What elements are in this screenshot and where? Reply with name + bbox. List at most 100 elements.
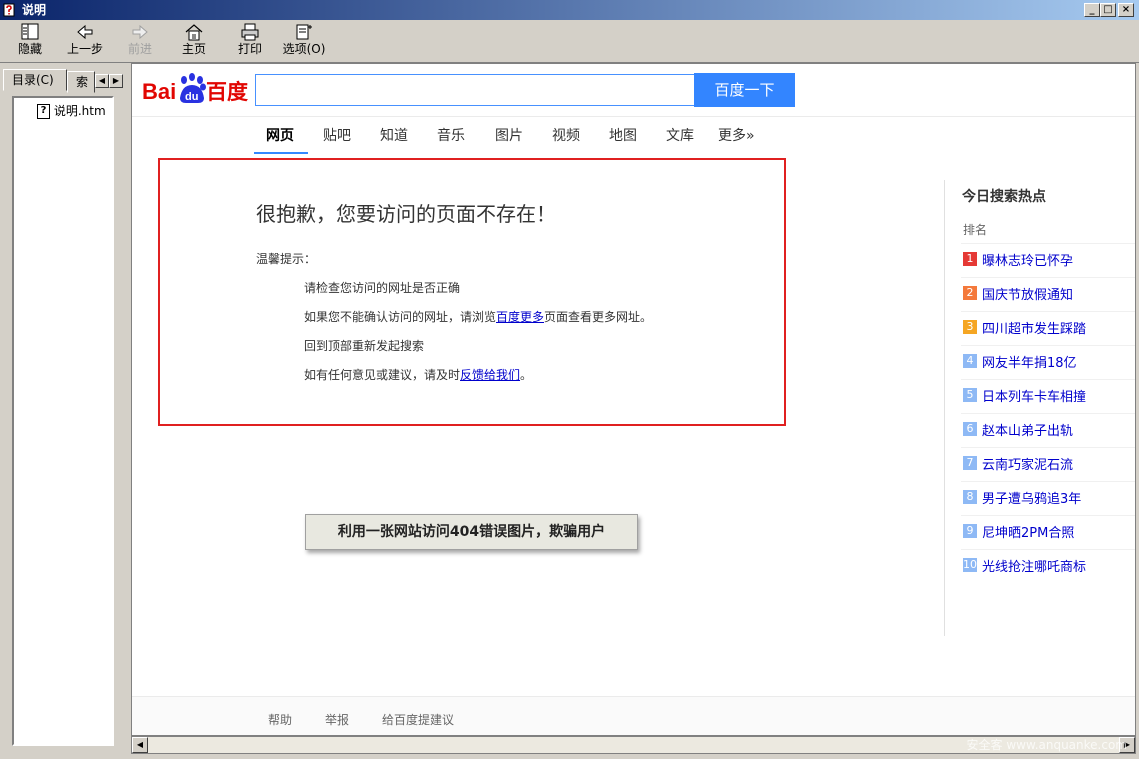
baidu-logo[interactable]: Bai du 百度 — [142, 72, 252, 106]
hot-search-item[interactable]: 5 日本列车卡车相撞 — [961, 379, 1135, 413]
maximize-button[interactable]: □ — [1100, 3, 1116, 17]
close-button[interactable]: × — [1118, 3, 1134, 17]
back-arrow-icon — [77, 24, 93, 40]
hide-label: 隐藏 — [17, 42, 42, 56]
help-page-icon: ? — [37, 104, 50, 119]
rank-badge: 1 — [963, 252, 977, 266]
tip-feedback: 如有任何意见或建议，请及时反馈给我们。 — [304, 366, 532, 383]
nav-tab-images[interactable]: 图片 — [495, 125, 523, 145]
footer-report-link[interactable]: 举报 — [325, 711, 349, 728]
hot-search-item[interactable]: 1 曝林志玲已怀孕 — [961, 243, 1135, 277]
pane-splitter[interactable] — [125, 64, 129, 756]
hot-search-link[interactable]: 尼坤晒2PM合照 — [982, 522, 1074, 541]
home-button[interactable]: 主页 — [176, 22, 212, 60]
tree-item-label: 说明.htm — [53, 104, 106, 118]
hot-search-link[interactable]: 云南巧家泥石流 — [982, 454, 1073, 473]
error-message-box: 很抱歉，您要访问的页面不存在！ 温馨提示： 请检查您访问的网址是否正确 如果您不… — [158, 158, 786, 426]
print-label: 打印 — [237, 42, 262, 56]
rank-badge: 2 — [963, 286, 977, 300]
forward-button[interactable]: 前进 — [122, 22, 158, 60]
footer: 帮助 举报 给百度提建议 — [132, 696, 1135, 735]
nav-tab-tieba[interactable]: 贴吧 — [323, 125, 351, 145]
nav-divider — [132, 116, 1135, 117]
hot-divider — [944, 180, 945, 636]
title-bar: 说明 _ □ × — [0, 0, 1139, 20]
forward-label: 前进 — [127, 42, 152, 56]
printer-icon — [241, 23, 259, 41]
hot-search-link[interactable]: 曝林志玲已怀孕 — [982, 250, 1073, 269]
home-label: 主页 — [181, 42, 206, 56]
options-icon — [296, 24, 312, 40]
feedback-link[interactable]: 反馈给我们 — [460, 368, 520, 382]
hot-search-link[interactable]: 男子遭乌鸦追3年 — [982, 488, 1081, 507]
footer-help-link[interactable]: 帮助 — [268, 711, 292, 728]
window-title: 说明 — [22, 3, 47, 17]
hot-search-item[interactable]: 10 光线抢注哪吒商标 — [961, 549, 1135, 583]
tab-contents[interactable]: 目录(C) — [3, 69, 67, 91]
toolbar: 隐藏 上一步 前进 主页 打印 选项(O) — [0, 20, 1139, 63]
rank-badge: 9 — [963, 524, 977, 538]
nav-tab-zhidao[interactable]: 知道 — [380, 125, 408, 145]
back-button[interactable]: 上一步 — [64, 22, 106, 60]
logo-text-baidu: 百度 — [206, 80, 248, 104]
rank-badge: 5 — [963, 388, 977, 402]
hot-search-link[interactable]: 日本列车卡车相撞 — [982, 386, 1086, 405]
hide-button[interactable]: 隐藏 — [12, 22, 48, 60]
home-icon — [185, 24, 203, 41]
hot-search-item[interactable]: 2 国庆节放假通知 — [961, 277, 1135, 311]
tip-check-url: 请检查您访问的网址是否正确 — [304, 281, 461, 295]
tree-item[interactable]: ? 说明.htm — [37, 102, 106, 119]
search-input[interactable] — [255, 74, 695, 106]
nav-tab-map[interactable]: 地图 — [609, 125, 637, 145]
rank-badge: 3 — [963, 320, 977, 334]
callout-annotation: 利用一张网站访问404错误图片，欺骗用户 — [305, 514, 638, 550]
rank-badge: 6 — [963, 422, 977, 436]
help-file-icon — [3, 3, 15, 17]
tip-search-again: 回到顶部重新发起搜索 — [304, 339, 425, 353]
hot-search-link[interactable]: 赵本山弟子出轨 — [982, 420, 1073, 439]
hot-search-item[interactable]: 3 四川超市发生踩踏 — [961, 311, 1135, 345]
scroll-left-icon[interactable]: ◀ — [132, 737, 148, 753]
hide-pane-icon — [21, 23, 39, 40]
hot-search-item[interactable]: 6 赵本山弟子出轨 — [961, 413, 1135, 447]
back-label: 上一步 — [66, 42, 103, 56]
tip-text: 页面查看更多网址。 — [544, 310, 653, 324]
hot-search-link[interactable]: 四川超市发生踩踏 — [982, 318, 1086, 337]
rank-label: 排名 — [963, 223, 988, 237]
hot-search-item[interactable]: 8 男子遭乌鸦追3年 — [961, 481, 1135, 515]
print-button[interactable]: 打印 — [232, 22, 268, 60]
hot-search-item[interactable]: 4 网友半年捐18亿 — [961, 345, 1135, 379]
nav-tab-web[interactable]: 网页 — [266, 125, 294, 145]
hot-search-link[interactable]: 网友半年捐18亿 — [982, 352, 1077, 371]
tip-browse-more: 如果您不能确认访问的网址，请浏览百度更多页面查看更多网址。 — [304, 308, 652, 325]
tips-label: 温馨提示： — [256, 252, 317, 266]
tip-text: 如有任何意见或建议，请及时 — [304, 368, 461, 382]
search-button[interactable]: 百度一下 — [694, 73, 795, 107]
rank-badge: 7 — [963, 456, 977, 470]
active-tab-indicator — [254, 152, 308, 154]
forward-arrow-icon — [132, 24, 148, 40]
rank-badge: 10 — [963, 558, 977, 572]
tab-index[interactable]: 索 — [67, 71, 95, 93]
hot-search-link[interactable]: 国庆节放假通知 — [982, 284, 1073, 303]
rank-badge: 4 — [963, 354, 977, 368]
tab-scroll-left-icon[interactable]: ◀ — [95, 74, 109, 88]
navigation-pane: 目录(C) 索 ◀ ▶ ? 说明.htm — [3, 66, 123, 754]
nav-tab-more[interactable]: 更多» — [718, 125, 755, 145]
baidu-more-link[interactable]: 百度更多 — [496, 310, 544, 324]
nav-tab-video[interactable]: 视频 — [552, 125, 580, 145]
footer-suggest-link[interactable]: 给百度提建议 — [382, 711, 454, 728]
content-pane: Bai du 百度 百度一下 网页 贴吧 知道 音乐 图片 视频 地图 文库 更… — [131, 63, 1136, 736]
tip-text: 。 — [520, 368, 533, 382]
minimize-button[interactable]: _ — [1084, 3, 1100, 17]
tip-text: 如果您不能确认访问的网址，请浏览 — [304, 310, 497, 324]
nav-tab-music[interactable]: 音乐 — [437, 125, 465, 145]
rank-badge: 8 — [963, 490, 977, 504]
tab-scroll-right-icon[interactable]: ▶ — [109, 74, 123, 88]
options-button[interactable]: 选项(O) — [282, 22, 326, 60]
hot-search-item[interactable]: 7 云南巧家泥石流 — [961, 447, 1135, 481]
hot-search-link[interactable]: 光线抢注哪吒商标 — [982, 556, 1086, 575]
error-title: 很抱歉，您要访问的页面不存在！ — [256, 202, 556, 226]
hot-search-item[interactable]: 9 尼坤晒2PM合照 — [961, 515, 1135, 549]
nav-tab-wenku[interactable]: 文库 — [666, 125, 694, 145]
